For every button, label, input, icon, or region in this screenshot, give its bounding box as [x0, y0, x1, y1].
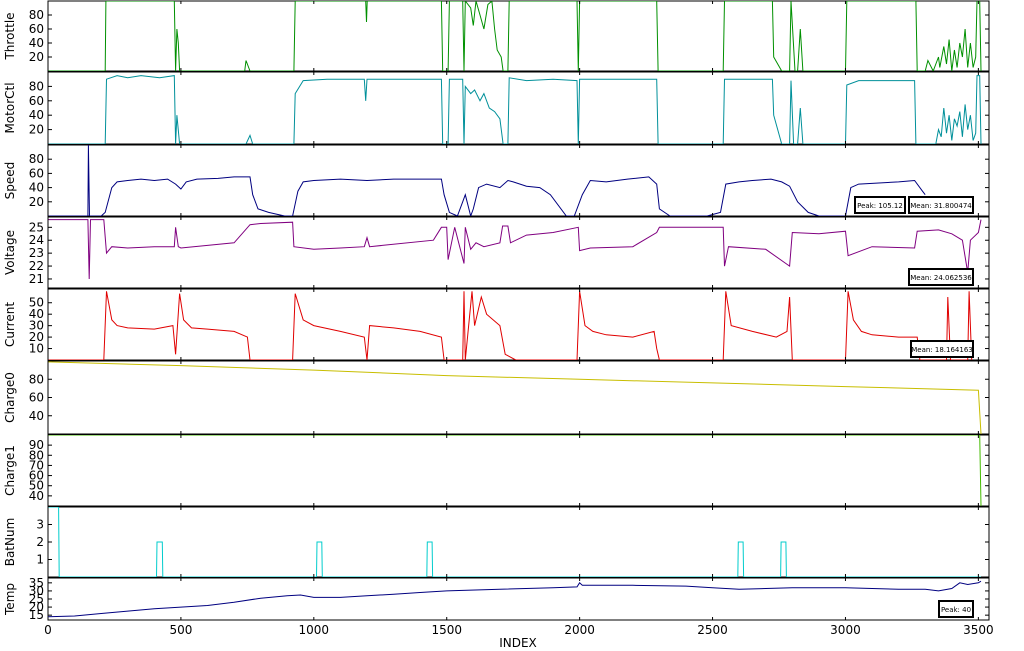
y-tick-label: 60: [29, 391, 44, 405]
y-tick-label: 25: [29, 220, 44, 234]
y-tick-label: 40: [29, 181, 44, 195]
x-tick-label: 2000: [564, 623, 595, 637]
stat-annotation: Mean: 31.800474: [908, 196, 974, 214]
x-tick-label: 1000: [299, 623, 330, 637]
y-tick-label: 1: [36, 553, 44, 567]
annotation-text: Mean: 24.062536: [910, 274, 972, 282]
y-tick-label: 20: [29, 50, 44, 64]
y-tick-label: 60: [29, 166, 44, 180]
annotation-text: Mean: 18.164163: [911, 346, 973, 354]
y-axis-label: Voltage: [3, 230, 17, 275]
x-tick-label: 0: [44, 623, 52, 637]
y-tick-label: 90: [29, 438, 44, 452]
annotation-text: Mean: 31.800474: [910, 202, 972, 210]
y-tick-label: 20: [29, 195, 44, 209]
y-axis-label: Speed: [3, 162, 17, 200]
x-tick-label: 2500: [697, 623, 728, 637]
chart-background: [0, 0, 1024, 651]
stat-annotation: Peak: 105.12: [854, 196, 906, 214]
x-tick-label: 500: [169, 623, 192, 637]
y-tick-label: 50: [29, 296, 44, 310]
y-tick-label: 35: [29, 576, 44, 590]
y-tick-label: 22: [29, 259, 44, 273]
y-tick-label: 24: [29, 233, 44, 247]
y-tick-label: 20: [29, 123, 44, 137]
y-axis-label: MotorCtl: [3, 82, 17, 133]
y-tick-label: 2: [36, 535, 44, 549]
y-axis-label: Current: [3, 302, 17, 347]
y-tick-label: 80: [29, 372, 44, 386]
annotation-text: Peak: 40: [941, 606, 971, 614]
y-tick-label: 80: [29, 8, 44, 22]
multi-panel-time-series-chart: 20406080Throttle20406080MotorCtl20406080…: [0, 0, 1024, 651]
y-tick-label: 23: [29, 246, 44, 260]
y-axis-label: Temp: [3, 583, 17, 616]
y-axis-label: BatNum: [3, 518, 17, 567]
y-tick-label: 80: [29, 152, 44, 166]
y-tick-label: 40: [29, 108, 44, 122]
stat-annotation: Mean: 24.062536: [908, 268, 974, 286]
y-tick-label: 3: [36, 518, 44, 532]
y-axis-label: Charge0: [3, 372, 17, 423]
stat-annotation: Mean: 18.164163: [910, 340, 974, 358]
x-axis-label: INDEX: [499, 636, 537, 650]
y-tick-label: 40: [29, 409, 44, 423]
y-tick-label: 80: [29, 79, 44, 93]
y-axis-label: Throttle: [3, 12, 17, 60]
x-tick-label: 1500: [431, 623, 462, 637]
x-tick-label: 3000: [830, 623, 861, 637]
annotation-text: Peak: 105.12: [857, 202, 903, 210]
y-tick-label: 40: [29, 36, 44, 50]
stat-annotation: Peak: 40: [938, 600, 974, 618]
x-tick-label: 3500: [963, 623, 994, 637]
y-tick-label: 60: [29, 22, 44, 36]
y-tick-label: 21: [29, 272, 44, 286]
y-tick-label: 60: [29, 94, 44, 108]
y-axis-label: Charge1: [3, 445, 17, 496]
